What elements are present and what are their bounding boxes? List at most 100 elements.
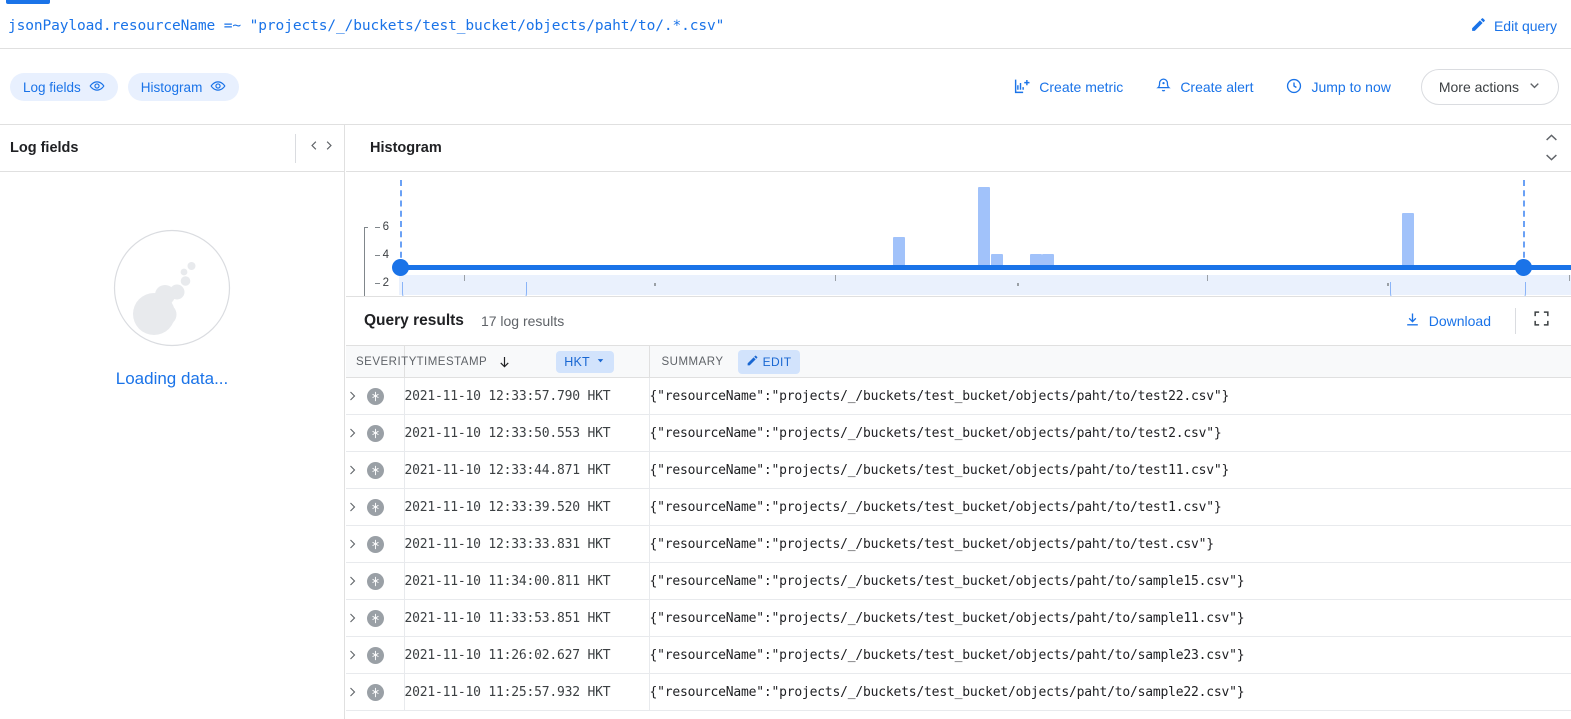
histogram-bar [1402, 213, 1414, 268]
expand-row-icon[interactable] [346, 500, 358, 514]
jump-to-now-label: Jump to now [1311, 79, 1391, 95]
query-value: "projects/_/buckets/test_bucket/objects/… [249, 18, 725, 34]
create-alert-label: Create alert [1180, 79, 1254, 95]
download-label: Download [1428, 313, 1491, 329]
cell-severity [346, 526, 404, 563]
cell-severity [346, 452, 404, 489]
expand-row-icon[interactable] [346, 463, 358, 477]
query-bar[interactable]: jsonPayload.resourceName =~ "projects/_/… [0, 4, 1571, 49]
severity-default-icon [367, 424, 384, 442]
chevron-down-icon [1545, 149, 1558, 167]
query-results-panel: Query results 17 log results Download SE… [346, 296, 1571, 719]
histogram-range-slider[interactable] [399, 265, 1571, 270]
cell-summary: {"resourceName":"projects/_/buckets/test… [648, 451, 1571, 489]
table-head: SEVERITY TIMESTAMP HKT SUMMARY EDIT [346, 345, 1571, 378]
query-operator: =~ [223, 18, 242, 34]
cell-summary: {"resourceName":"projects/_/buckets/test… [648, 673, 1571, 711]
query-field: jsonPayload.resourceName [8, 18, 216, 34]
fullscreen-icon [1532, 309, 1551, 333]
table-row[interactable]: 2021-11-10 11:25:57.932 HKT {"resourceNa… [346, 673, 1571, 711]
create-metric-button[interactable]: Create metric [997, 70, 1139, 104]
histogram-chart[interactable]: 6 4 2 0 [346, 172, 1571, 317]
create-metric-label: Create metric [1039, 79, 1124, 95]
expand-row-icon[interactable] [346, 611, 358, 625]
chip-log-fields[interactable]: Log fields [10, 73, 118, 101]
query-results-title: Query results [364, 312, 464, 329]
table-row[interactable]: 2021-11-10 11:26:02.627 HKT {"resourceNa… [346, 636, 1571, 674]
toolbar-right-group: Create metric Create alert Jump to now M… [997, 69, 1559, 105]
range-end-line [1523, 180, 1525, 268]
column-header-summary[interactable]: SUMMARY EDIT [648, 345, 1571, 378]
cell-timestamp: 2021-11-10 12:33:39.520 HKT [403, 488, 649, 526]
severity-default-icon [367, 609, 384, 627]
rail-dot [1017, 283, 1019, 286]
query-results-header: Query results 17 log results Download [346, 297, 1571, 345]
query-expression[interactable]: jsonPayload.resourceName =~ "projects/_/… [8, 18, 724, 34]
cell-timestamp: 2021-11-10 12:33:50.553 HKT [403, 414, 649, 452]
cell-severity [346, 637, 404, 674]
create-metric-icon [1013, 77, 1031, 98]
cell-timestamp: 2021-11-10 12:33:57.790 HKT [403, 377, 649, 415]
table-row[interactable]: 2021-11-10 12:33:57.790 HKT {"resourceNa… [346, 377, 1571, 415]
rail-tick [1569, 275, 1570, 281]
range-slider-start-handle[interactable] [392, 259, 409, 276]
eye-icon [210, 78, 226, 97]
fullscreen-button[interactable] [1522, 305, 1561, 337]
table-row[interactable]: 2021-11-10 12:33:44.871 HKT {"resourceNa… [346, 451, 1571, 489]
expand-row-icon[interactable] [346, 685, 358, 699]
timezone-selector[interactable]: HKT [556, 350, 614, 373]
chevron-down-icon [595, 355, 606, 369]
table-row[interactable]: 2021-11-10 11:34:00.811 HKT {"resourceNa… [346, 562, 1571, 600]
rail-tick [1207, 275, 1208, 281]
table-row[interactable]: 2021-11-10 11:33:53.851 HKT {"resourceNa… [346, 599, 1571, 637]
more-actions-button[interactable]: More actions [1420, 69, 1559, 105]
sort-descending-icon[interactable] [497, 353, 512, 371]
histogram-expand-toggle[interactable] [1545, 129, 1558, 167]
cell-summary: {"resourceName":"projects/_/buckets/test… [648, 525, 1571, 563]
edit-summary-label: EDIT [762, 354, 792, 369]
severity-default-icon [367, 683, 384, 701]
column-header-timestamp[interactable]: TIMESTAMP HKT [403, 345, 649, 378]
table-body: 2021-11-10 12:33:57.790 HKT {"resourceNa… [346, 377, 1571, 711]
rail-tick [464, 275, 465, 281]
severity-default-icon [367, 646, 384, 664]
table-row[interactable]: 2021-11-10 12:33:39.520 HKT {"resourceNa… [346, 488, 1571, 526]
pencil-icon [746, 354, 759, 370]
expand-row-icon[interactable] [346, 426, 358, 440]
cell-timestamp: 2021-11-10 11:26:02.627 HKT [403, 636, 649, 674]
table-row[interactable]: 2021-11-10 12:33:50.553 HKT {"resourceNa… [346, 414, 1571, 452]
cell-summary: {"resourceName":"projects/_/buckets/test… [648, 488, 1571, 526]
jump-to-now-button[interactable]: Jump to now [1269, 70, 1406, 104]
toolbar: Log fields Histogram Create metric Creat… [0, 50, 1571, 125]
expand-row-icon[interactable] [346, 537, 358, 551]
cell-summary: {"resourceName":"projects/_/buckets/test… [648, 377, 1571, 415]
expand-row-icon[interactable] [346, 648, 358, 662]
log-results-count: 17 log results [480, 313, 565, 329]
expand-row-icon[interactable] [346, 389, 358, 403]
chevron-down-icon [1528, 79, 1541, 95]
edit-query-button[interactable]: Edit query [1470, 16, 1557, 36]
cell-summary: {"resourceName":"projects/_/buckets/test… [648, 562, 1571, 600]
edit-summary-button[interactable]: EDIT [737, 349, 800, 374]
range-slider-end-handle[interactable] [1515, 259, 1532, 276]
severity-default-icon [367, 387, 384, 405]
logs-explorer-page: jsonPayload.resourceName =~ "projects/_/… [0, 0, 1571, 719]
chevron-up-icon [1545, 129, 1558, 147]
create-alert-button[interactable]: Create alert [1139, 70, 1269, 104]
download-button[interactable]: Download [1392, 311, 1503, 331]
timezone-label: HKT [564, 354, 590, 369]
column-header-severity[interactable]: SEVERITY [346, 345, 416, 378]
cell-timestamp: 2021-11-10 11:33:53.851 HKT [403, 599, 649, 637]
cell-severity [346, 378, 404, 415]
pencil-icon [1470, 16, 1487, 36]
collapse-panel-button[interactable] [308, 138, 335, 158]
histogram-title: Histogram [370, 140, 442, 156]
cell-severity [346, 563, 404, 600]
expand-row-icon[interactable] [346, 574, 358, 588]
divider [295, 134, 296, 163]
loading-data-label: Loading data... [115, 369, 229, 388]
histogram-bar [978, 187, 990, 268]
chip-histogram[interactable]: Histogram [127, 73, 240, 101]
table-row[interactable]: 2021-11-10 12:33:33.831 HKT {"resourceNa… [346, 525, 1571, 563]
log-fields-header: Log fields [0, 125, 344, 172]
